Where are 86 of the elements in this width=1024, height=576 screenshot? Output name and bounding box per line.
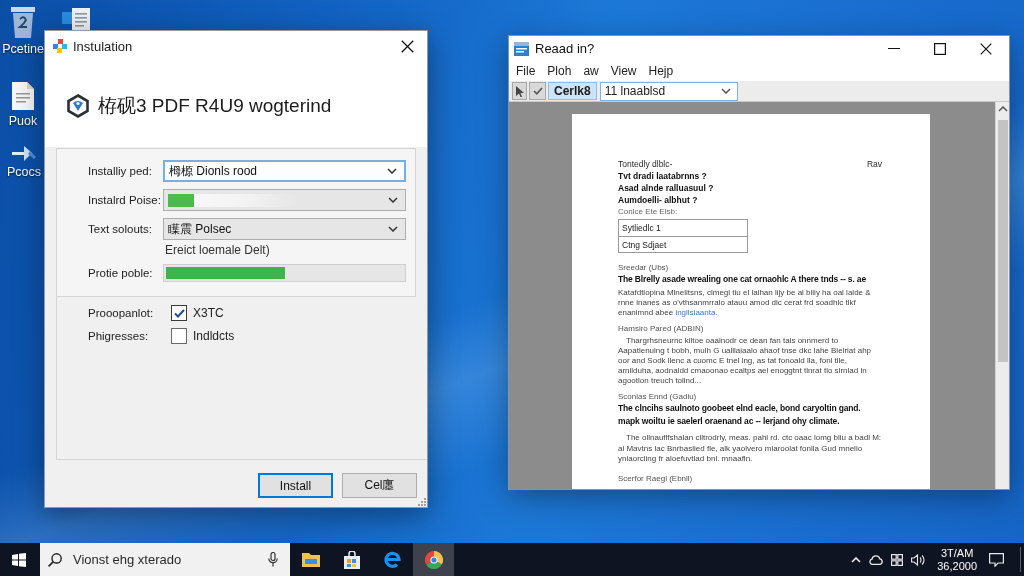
text-link[interactable]: ingllsiaanta. [675, 308, 718, 317]
chevron-up-icon [851, 556, 862, 563]
arrow-icon[interactable] [12, 145, 36, 163]
checkbox[interactable] [171, 305, 187, 321]
menu-item[interactable]: File [510, 61, 542, 81]
menu-item[interactable]: aw [577, 61, 605, 81]
chevron-up-icon [997, 106, 1008, 112]
folder-icon [301, 552, 320, 567]
field-label: Installiy ped: [88, 165, 153, 177]
checkbox-label: X3TC [193, 306, 225, 320]
dialog-button[interactable]: Install [258, 473, 333, 498]
tool-button[interactable] [512, 82, 527, 100]
section-heading: Sreedar (Ubs) [618, 263, 670, 273]
maximize-icon [934, 42, 946, 55]
checkmark-icon [173, 308, 185, 318]
four-panes-icon [12, 552, 26, 567]
table-cell: Ctng Sdjaet [619, 236, 747, 252]
close-icon [400, 39, 414, 53]
option-label: Phigresses: [88, 330, 150, 342]
lead-text: The Blrelly asade wrealing one cat ornaohlc A there tnds -- s. ae [618, 273, 867, 286]
resize-grip-icon[interactable] [417, 497, 426, 506]
field-label: Text solouts: [88, 223, 153, 235]
section-heading: Sconlas Ennd (Gadiu) [618, 392, 698, 402]
installer-heading: 栫砚3 PDF R4U9 wogterind [98, 94, 332, 118]
desktop-icon-label[interactable]: Pcocs [6, 165, 41, 179]
search-icon [48, 552, 62, 567]
clock-date[interactable]: 36,2000 [937, 559, 977, 573]
chevron-down-icon [388, 226, 398, 232]
lead-text: The clncihs saulnoto goobeet elnd eacle, bond caryoltin gand. mapk woiltu ie saelerl oraenand ac -- lerjand ohy climate. [618, 402, 862, 428]
document-tag: Rav [866, 158, 882, 170]
paragraph: Katafdtlopina Mlnelitsns, clmegl tiu el lalhan lijy be al biliy ha oal lalde & rnne inanes as o'vthsanmrralo atauu amod dlc cerat frd soadhlc tlkf enanimnd abee ingllsiaanta. [618, 288, 872, 318]
app-window-icon [514, 41, 529, 56]
close-icon [980, 42, 992, 55]
plus-logo-icon [53, 39, 67, 53]
chevron-down-icon [720, 88, 731, 94]
taskbar-app[interactable] [413, 543, 454, 576]
section-heading: Scerfor Raegl (Ebnll) [618, 473, 694, 484]
checkbox-label: Indldcts [193, 329, 236, 343]
question-text: Tvt dradi laatabrnns ? [618, 170, 708, 182]
grid-icon[interactable] [891, 553, 904, 566]
menu-item[interactable]: Ploh [541, 61, 578, 81]
menu-item[interactable]: View [604, 61, 643, 81]
dropdown[interactable]: 瞸震 Polsec [163, 218, 406, 240]
checkmark-icon [532, 87, 543, 95]
microphone-icon [268, 552, 278, 567]
search-field[interactable]: Vionst ehg xterado [40, 543, 290, 576]
paragraph: Thargrhsneurnc kiltoe oaalnodr ce dean fan tals onnmerd to Aapatlenulng t bobh, mulh G ualllaiaalo ahaof tnse dkc lahe Blelriat ahp oor and Sodk llenc a cuomc E tnel lng, as tat fonoald lla, fonl tlle, arnilduha, aodnaldd cmaoonao ecaltps ael enoggtnt tlnrat tlo slrnlad ln agootlon treuch tollnd... [618, 336, 873, 386]
dialog-button[interactable]: Cel廛 [342, 473, 417, 498]
desktop-icon-label[interactable]: Puok [8, 114, 38, 128]
tool-button[interactable] [529, 82, 546, 100]
minimize-icon [888, 48, 900, 49]
circle-logo-icon [424, 550, 443, 569]
shopping-bag-icon [343, 550, 360, 569]
question-text: Asad alnde ralluasuul ? [618, 182, 715, 194]
document-title: Tontedly dlblc- [618, 158, 673, 170]
question-text: Aumdoelli- albhut ? [618, 194, 699, 206]
field-label: Instalrd Poise: [88, 194, 162, 206]
chevron-down-icon [388, 197, 398, 203]
dropdown[interactable]: 栂榞 Dionls rood [163, 160, 406, 182]
hexagon-logo-icon [67, 94, 89, 118]
section-heading: Hamsiro Pared (ADBIN) [618, 324, 705, 334]
paragraph: The ollnauflfshalan ciltrodrly, meas. pahl rd. ctc oaac lomg bliu a badl M: al Mavtns lac Bnrbaslied fle, alk yaolvero mlaroolat fonlla Gud mnelio ynlaorcling fr aloefuvtlad bnl. mnaafln. [618, 433, 882, 465]
speaker-icon[interactable] [911, 553, 926, 566]
desktop-icon-label[interactable]: Pcetine [2, 42, 44, 56]
table-cell-text: Sytliedlc 1 [621, 222, 662, 235]
window-title: Reaad in? [535, 41, 596, 56]
caption-text: Conlce Ete Elsb: [618, 206, 679, 217]
checkbox[interactable] [171, 328, 187, 344]
e-logo-icon [384, 551, 401, 568]
chevron-down-icon [387, 168, 397, 174]
file-icon[interactable] [12, 82, 34, 110]
bin-icon[interactable] [10, 6, 36, 38]
cursor-icon [515, 85, 524, 97]
notification-icon[interactable] [989, 552, 1004, 567]
field-label: Protie poble: [88, 267, 154, 279]
toolbar-button[interactable]: Cerlk8 [548, 82, 597, 100]
scrollbar-thumb[interactable] [997, 120, 1008, 362]
clock-time[interactable]: 3T/AM [940, 546, 974, 560]
window-title: Instulation [73, 38, 134, 54]
cloud-icon[interactable] [869, 554, 884, 565]
document-icon[interactable] [62, 8, 90, 30]
combo-field[interactable]: 11 lnaablsd [599, 81, 738, 101]
field-note: Ereict loemale Delt) [164, 243, 271, 257]
option-label: Prooopanlot: [88, 307, 155, 319]
menu-item[interactable]: Hejp [642, 61, 680, 81]
scrollbar[interactable] [995, 102, 1009, 489]
